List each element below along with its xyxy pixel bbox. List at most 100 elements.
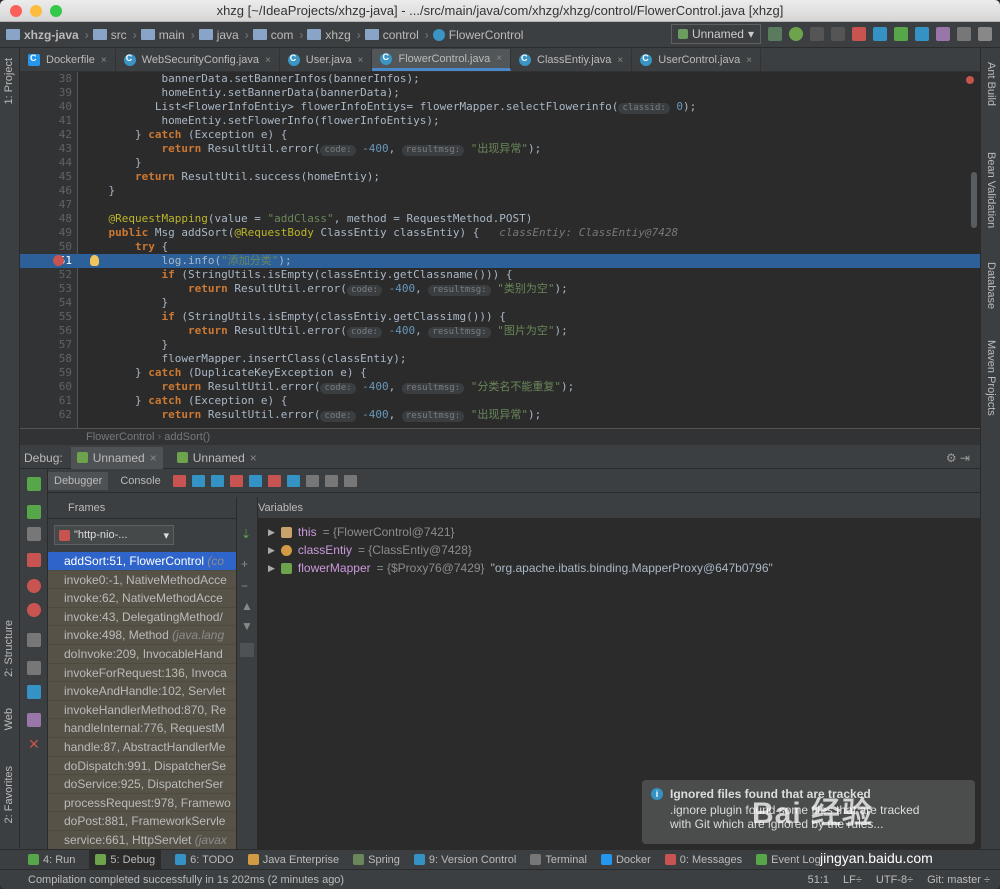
view-breakpoints-icon[interactable] bbox=[27, 579, 41, 593]
code-line[interactable]: 61 } catch (Exception e) { bbox=[20, 394, 980, 408]
close-icon[interactable]: × bbox=[150, 451, 157, 465]
evaluate-expression-icon[interactable] bbox=[305, 474, 319, 487]
code-line[interactable]: 47 bbox=[20, 198, 980, 212]
resume-icon[interactable] bbox=[27, 505, 41, 519]
bottom-tab[interactable]: Terminal bbox=[530, 854, 587, 866]
close-icon[interactable]: × bbox=[358, 55, 364, 66]
close-icon[interactable]: ✕ bbox=[27, 737, 41, 751]
expand-icon[interactable]: ▶ bbox=[268, 541, 275, 559]
debug-icon[interactable] bbox=[789, 27, 803, 41]
code-line[interactable]: 56 return ResultUtil.error(code: -400, r… bbox=[20, 324, 980, 338]
close-icon[interactable]: × bbox=[496, 53, 502, 64]
code-line[interactable]: 45 return ResultUtil.success(homeEntiy); bbox=[20, 170, 980, 184]
line-separator[interactable]: LF÷ bbox=[843, 874, 862, 886]
stop-icon[interactable] bbox=[852, 27, 866, 41]
editor-tab[interactable]: ClassEntiy.java × bbox=[511, 49, 633, 71]
line-number[interactable]: 42 bbox=[20, 128, 72, 142]
code-line[interactable]: 43 return ResultUtil.error(code: -400, r… bbox=[20, 142, 980, 156]
web-tool-tab[interactable]: Web bbox=[3, 708, 15, 730]
line-number[interactable]: 40 bbox=[20, 100, 72, 114]
revert-icon[interactable] bbox=[936, 27, 950, 41]
line-number[interactable]: 43 bbox=[20, 142, 72, 156]
structure-tool-tab[interactable]: 2: Structure bbox=[3, 620, 15, 677]
breadcrumb-method[interactable]: addSort() bbox=[164, 431, 210, 443]
variable-row[interactable]: ▶ flowerMapper = {$Proxy76@7429} "org.apach… bbox=[258, 559, 980, 577]
editor-tab[interactable]: WebSecurityConfig.java × bbox=[116, 49, 280, 71]
code-line[interactable]: 60 return ResultUtil.error(code: -400, r… bbox=[20, 380, 980, 394]
line-number[interactable]: 51 bbox=[20, 254, 72, 268]
pin-icon[interactable] bbox=[27, 713, 41, 727]
database-tool-tab[interactable]: Database bbox=[985, 262, 997, 309]
line-number[interactable]: 50 bbox=[20, 240, 72, 254]
code-line[interactable]: 53 return ResultUtil.error(code: -400, r… bbox=[20, 282, 980, 296]
vcs-history-icon[interactable] bbox=[915, 27, 929, 41]
trace-icon[interactable] bbox=[324, 474, 338, 487]
breadcrumb-item[interactable]: java › bbox=[198, 28, 249, 42]
frame-item[interactable]: doService:925, DispatcherSer bbox=[48, 775, 236, 794]
line-number[interactable]: 61 bbox=[20, 394, 72, 408]
line-number[interactable]: 62 bbox=[20, 408, 72, 422]
close-icon[interactable]: × bbox=[617, 55, 623, 66]
arrow-down-icon[interactable]: ▼ bbox=[241, 619, 253, 633]
frame-item[interactable]: handle:87, AbstractHandlerMe bbox=[48, 737, 236, 757]
code-line[interactable]: 41 homeEntiy.setFlowerInfo(flowerInfoEnt… bbox=[20, 114, 980, 128]
line-number[interactable]: 48 bbox=[20, 212, 72, 226]
code-line[interactable]: 58 flowerMapper.insertClass(classEntiy); bbox=[20, 352, 980, 366]
editor-tab[interactable]: FlowerControl.java × bbox=[372, 49, 512, 71]
code-editor[interactable]: 38 bannerData.setBannerInfos(bannerInfos… bbox=[20, 72, 980, 428]
run-icon[interactable] bbox=[768, 27, 782, 41]
code-line[interactable]: 38 bannerData.setBannerInfos(bannerInfos… bbox=[20, 72, 980, 86]
variable-row[interactable]: ▶ this = {FlowerControl@7421} bbox=[258, 523, 980, 541]
tab-console[interactable]: Console bbox=[114, 472, 166, 490]
variable-row[interactable]: ▶ classEntiy = {ClassEntiy@7428} bbox=[258, 541, 980, 559]
line-number[interactable]: 38 bbox=[20, 72, 72, 86]
caret-position[interactable]: 51:1 bbox=[808, 874, 829, 886]
debug-session-tab-2[interactable]: Unnamed × bbox=[171, 447, 263, 469]
pause-icon[interactable] bbox=[27, 527, 41, 541]
bottom-tab[interactable]: Spring bbox=[353, 854, 400, 866]
bottom-tab[interactable]: 0: Messages bbox=[664, 854, 742, 866]
code-line[interactable]: 59 } catch (DuplicateKeyException e) { bbox=[20, 366, 980, 380]
line-number[interactable]: 60 bbox=[20, 380, 72, 394]
breadcrumb-class[interactable]: FlowerControl bbox=[86, 431, 154, 443]
vcs-commit-icon[interactable] bbox=[894, 27, 908, 41]
zoom-window-button[interactable] bbox=[50, 5, 62, 17]
breadcrumb-item[interactable]: FlowerControl bbox=[432, 28, 523, 42]
bottom-tab[interactable]: 6: TODO bbox=[175, 854, 234, 866]
lightbulb-icon[interactable] bbox=[90, 255, 99, 266]
mute-breakpoints-icon[interactable] bbox=[27, 603, 41, 617]
plus-icon[interactable]: + bbox=[241, 557, 248, 571]
code-line[interactable]: 57 } bbox=[20, 338, 980, 352]
close-window-button[interactable] bbox=[10, 5, 22, 17]
code-line[interactable]: 62 return ResultUtil.error(code: -400, r… bbox=[20, 408, 980, 422]
step-icon[interactable]: ⇣ bbox=[241, 527, 251, 541]
run-to-cursor-icon[interactable] bbox=[286, 474, 300, 487]
breadcrumb-item[interactable]: control › bbox=[364, 28, 429, 42]
coverage-icon[interactable] bbox=[810, 27, 824, 41]
editor-tab[interactable]: User.java × bbox=[280, 49, 373, 71]
step-over-icon[interactable] bbox=[191, 474, 205, 487]
camera-icon[interactable] bbox=[27, 633, 41, 647]
line-number[interactable]: 59 bbox=[20, 366, 72, 380]
frame-item[interactable]: handleInternal:776, RequestM bbox=[48, 719, 236, 738]
minus-icon[interactable]: − bbox=[241, 579, 248, 593]
breakpoint-icon[interactable] bbox=[53, 255, 64, 266]
code-line[interactable]: 39 homeEntiy.setBannerData(bannerData); bbox=[20, 86, 980, 100]
ant-build-tool-tab[interactable]: Ant Build bbox=[985, 62, 997, 106]
code-line[interactable]: 50 try { bbox=[20, 240, 980, 254]
bottom-tab[interactable]: Docker bbox=[600, 854, 651, 866]
line-number[interactable]: 53 bbox=[20, 282, 72, 296]
line-number[interactable]: 54 bbox=[20, 296, 72, 310]
project-structure-icon[interactable] bbox=[957, 27, 971, 41]
force-step-into-icon[interactable] bbox=[229, 474, 243, 487]
debug-session-tab-1[interactable]: Unnamed × bbox=[70, 446, 163, 469]
profile-icon[interactable] bbox=[831, 27, 845, 41]
code-line[interactable]: 40 List<FlowerInfoEntiy> flowerInfoEntiy… bbox=[20, 100, 980, 114]
project-tool-tab[interactable]: 1: Project bbox=[3, 58, 15, 104]
line-number[interactable]: 47 bbox=[20, 198, 72, 212]
code-line[interactable]: 46 } bbox=[20, 184, 980, 198]
frame-item[interactable]: addSort:51, FlowerControl (co bbox=[48, 552, 236, 571]
breadcrumb-item[interactable]: src › bbox=[92, 28, 137, 42]
code-line[interactable]: 42 } catch (Exception e) { bbox=[20, 128, 980, 142]
stop-icon[interactable] bbox=[27, 553, 41, 567]
